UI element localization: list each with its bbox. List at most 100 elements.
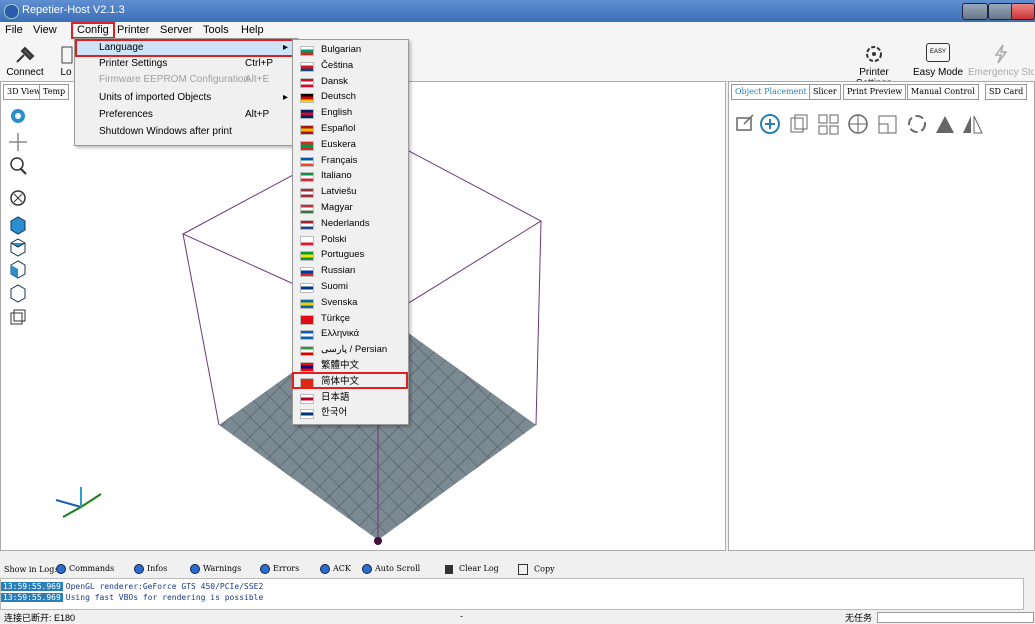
filter-auto-scroll[interactable]: Auto Scroll	[356, 564, 420, 574]
progress-bar	[877, 612, 1034, 623]
language-option[interactable]: Portugues	[293, 247, 406, 262]
lightning-icon	[994, 44, 1008, 64]
language-label: English	[321, 107, 353, 119]
status-separator: -	[460, 611, 463, 621]
language-option[interactable]: Français	[293, 153, 406, 168]
filter-warnings[interactable]: Warnings	[184, 564, 241, 574]
connection-status: 连接已断开: E180	[4, 613, 76, 623]
menu-tools[interactable]: Tools	[203, 24, 229, 36]
language-option[interactable]: Russian	[293, 263, 406, 278]
language-option[interactable]: Ελληνικά	[293, 326, 406, 341]
commands-radio-icon	[56, 564, 66, 574]
language-option[interactable]: Euskera	[293, 137, 406, 152]
rotate-object-icon[interactable]	[908, 115, 926, 133]
filter-infos[interactable]: Infos	[128, 564, 167, 574]
language-label: Bulgarian	[321, 44, 362, 55]
add-object-icon[interactable]	[760, 114, 780, 134]
move-icon[interactable]	[9, 133, 27, 151]
language-option[interactable]: Italiano	[293, 168, 406, 183]
filter-warnings-label: Warnings	[203, 564, 242, 573]
menu-file[interactable]: File	[5, 24, 23, 36]
emergency-stop-button[interactable]: Emergency Stop	[968, 43, 1034, 78]
preferences-label: Preferences	[99, 109, 153, 120]
language-option[interactable]: Čeština	[293, 58, 406, 73]
language-label: Italiano	[321, 170, 352, 182]
language-option[interactable]: 日本語	[293, 390, 406, 405]
mirror-object-icon[interactable]	[963, 115, 983, 134]
rotate-icon[interactable]	[11, 109, 25, 123]
tab-manual-control[interactable]: Manual Control	[907, 84, 979, 100]
menu-printer[interactable]: Printer	[117, 24, 149, 36]
menu-view[interactable]: View	[33, 24, 57, 36]
language-option[interactable]: 繁體中文	[293, 358, 406, 373]
flag-icon	[300, 172, 314, 183]
easy-mode-button[interactable]: EASY Easy Mode	[912, 43, 964, 78]
cube-top-icon[interactable]	[10, 238, 26, 257]
load-label: Lo	[60, 67, 72, 78]
clear-log-button[interactable]: Clear Log	[445, 564, 499, 574]
copy-object-icon[interactable]	[790, 114, 808, 133]
tab-temp[interactable]: Temp	[39, 84, 70, 100]
right-panel: Object Placement Slicer Print Preview Ma…	[728, 81, 1035, 551]
flag-icon	[300, 393, 314, 404]
menu-item-preferences[interactable]: Preferences Alt+P	[75, 107, 295, 123]
tab-slicer[interactable]: Slicer	[809, 84, 841, 100]
menu-item-printer-settings[interactable]: Printer Settings Ctrl+P	[75, 56, 295, 72]
tab-print-preview[interactable]: Print Preview	[843, 84, 907, 100]
language-option[interactable]: Suomi	[293, 279, 406, 294]
zoom-icon[interactable]	[10, 157, 27, 175]
scale-object-icon[interactable]	[878, 115, 897, 134]
tab-object-placement[interactable]: Object Placement	[731, 84, 811, 100]
clear-log-label: Clear Log	[459, 564, 499, 573]
language-option[interactable]: Nederlands	[293, 216, 406, 231]
cube-iso-icon[interactable]	[10, 284, 26, 303]
menu-help[interactable]: Help	[241, 24, 264, 36]
export-icon[interactable]	[736, 114, 754, 131]
cube-front-icon[interactable]	[10, 216, 26, 235]
filter-ack-label: ACK	[333, 564, 351, 573]
easy-mode-icon: EASY	[926, 43, 950, 62]
language-option[interactable]: Latviešu	[293, 184, 406, 199]
gear-icon	[866, 46, 882, 62]
language-option[interactable]: Deutsch	[293, 89, 406, 104]
language-option[interactable]: Dansk	[293, 74, 406, 89]
language-option[interactable]: Polski	[293, 232, 406, 247]
copy-log-button[interactable]: Copy	[518, 564, 555, 575]
menu-item-shutdown[interactable]: Shutdown Windows after print	[75, 124, 295, 140]
menu-item-units[interactable]: Units of imported Objects ▸	[75, 90, 295, 106]
close-button[interactable]	[1011, 3, 1035, 20]
filter-errors[interactable]: Errors	[254, 564, 299, 574]
parallel-view-icon[interactable]	[10, 309, 26, 325]
language-option[interactable]: Magyar	[293, 200, 406, 215]
language-label: 日本語	[321, 391, 350, 403]
language-option[interactable]: Svenska	[293, 295, 406, 310]
connect-button[interactable]: Connect	[6, 45, 44, 78]
cube-side-icon[interactable]	[10, 260, 26, 279]
menu-server[interactable]: Server	[160, 24, 192, 36]
filter-commands[interactable]: Commands	[50, 564, 114, 574]
object-tools	[736, 114, 983, 135]
plug-icon	[16, 46, 35, 63]
flag-icon	[300, 140, 314, 151]
flag-icon	[300, 330, 314, 341]
language-option[interactable]: Türkçe	[293, 311, 406, 326]
center-object-icon[interactable]	[848, 114, 868, 134]
log-area[interactable]: 13:59:55.969 OpenGL renderer:GeForce GTS …	[0, 578, 1024, 610]
infos-radio-icon	[134, 564, 144, 574]
minimize-button[interactable]	[962, 3, 988, 20]
emergency-stop-label: Emergency Stop	[968, 67, 1034, 78]
units-label: Units of imported Objects	[99, 92, 212, 103]
language-option[interactable]: پارسی / Persian	[293, 342, 406, 357]
language-option[interactable]: Español	[293, 121, 406, 136]
language-option[interactable]: Bulgarian	[293, 42, 406, 57]
load-button[interactable]: Lo	[58, 45, 74, 78]
language-label: Euskera	[321, 138, 356, 150]
flag-icon	[300, 235, 314, 246]
tab-sd-card[interactable]: SD Card	[985, 84, 1028, 100]
filter-ack[interactable]: ACK	[314, 564, 351, 574]
language-option[interactable]: English	[293, 105, 406, 120]
cut-object-icon[interactable]	[936, 116, 954, 133]
reset-view-icon[interactable]	[10, 190, 26, 206]
language-option[interactable]: 한국어	[293, 405, 406, 420]
autoplace-icon[interactable]	[818, 114, 839, 135]
